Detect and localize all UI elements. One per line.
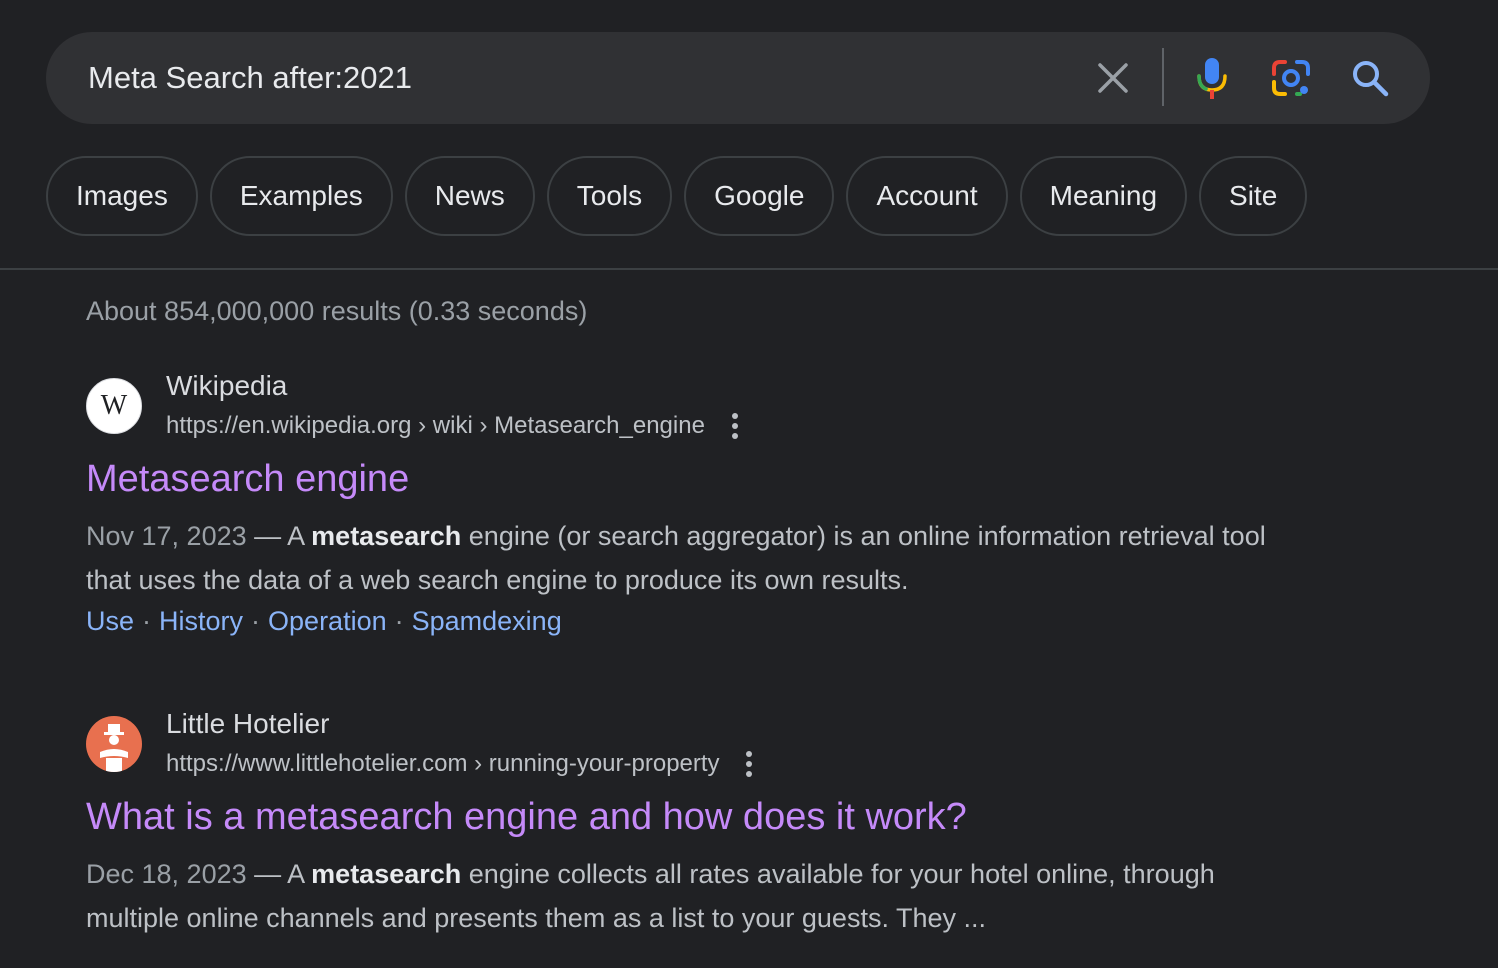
result-title-link[interactable]: What is a metasearch engine and how does… (86, 796, 967, 839)
sitelink-history[interactable]: History (159, 606, 243, 636)
snippet-pre: A (287, 859, 312, 889)
site-name[interactable]: Little Hotelier (166, 708, 329, 740)
chip-news[interactable]: News (404, 156, 535, 236)
sitelinks: Use · History · Operation · Spamdexing (86, 606, 562, 637)
search-input[interactable]: Meta Search after:2021 (88, 60, 412, 96)
snippet-pre: A (287, 521, 312, 551)
snippet-dash: — (246, 521, 288, 551)
lens-icon[interactable] (1270, 58, 1312, 98)
clear-icon[interactable] (1096, 61, 1130, 95)
more-vert-icon[interactable] (744, 750, 754, 778)
result-stats: About 854,000,000 results (0.33 seconds) (86, 296, 588, 326)
search-icon[interactable] (1350, 58, 1390, 98)
result-snippet: Nov 17, 2023 — A metasearch engine (or s… (86, 514, 1286, 602)
chip-meaning[interactable]: Meaning (1019, 156, 1188, 236)
sitelink-operation[interactable]: Operation (268, 606, 387, 636)
chip-google[interactable]: Google (684, 156, 835, 236)
chip-examples[interactable]: Examples (209, 156, 393, 236)
result-title-link[interactable]: Metasearch engine (86, 458, 409, 501)
search-divider (1162, 48, 1164, 106)
result-date: Dec 18, 2023 (86, 859, 247, 889)
site-url[interactable]: https://www.littlehotelier.com › running… (166, 750, 720, 778)
site-name[interactable]: Wikipedia (166, 370, 287, 402)
sitelink-separator: · (142, 606, 152, 636)
snippet-bold: metasearch (311, 859, 462, 889)
sitelink-separator: · (251, 606, 261, 636)
search-bar[interactable]: Meta Search after:2021 (46, 32, 1430, 124)
result-date: Nov 17, 2023 (86, 521, 247, 551)
wikipedia-favicon: W (86, 378, 142, 434)
chip-account[interactable]: Account (846, 156, 1008, 236)
result-snippet: Dec 18, 2023 — A metasearch engine colle… (86, 852, 1286, 940)
header-divider (0, 268, 1498, 270)
chip-site[interactable]: Site (1199, 156, 1308, 236)
more-vert-icon[interactable] (730, 412, 740, 440)
chip-tools[interactable]: Tools (546, 156, 673, 236)
sitelink-use[interactable]: Use (86, 606, 134, 636)
sitelink-separator: · (394, 606, 404, 636)
mic-icon[interactable] (1194, 56, 1230, 100)
snippet-dash: — (246, 859, 288, 889)
chip-images[interactable]: Images (46, 156, 198, 236)
little-hotelier-favicon (86, 716, 142, 772)
site-url[interactable]: https://en.wikipedia.org › wiki › Metase… (166, 412, 705, 440)
snippet-bold: metasearch (311, 521, 462, 551)
favicon-letter: W (100, 390, 128, 421)
hotelier-logo-icon (100, 724, 128, 772)
filter-chips: Images Examples News Tools Google Accoun… (46, 156, 1308, 236)
sitelink-spamdexing[interactable]: Spamdexing (412, 606, 562, 636)
